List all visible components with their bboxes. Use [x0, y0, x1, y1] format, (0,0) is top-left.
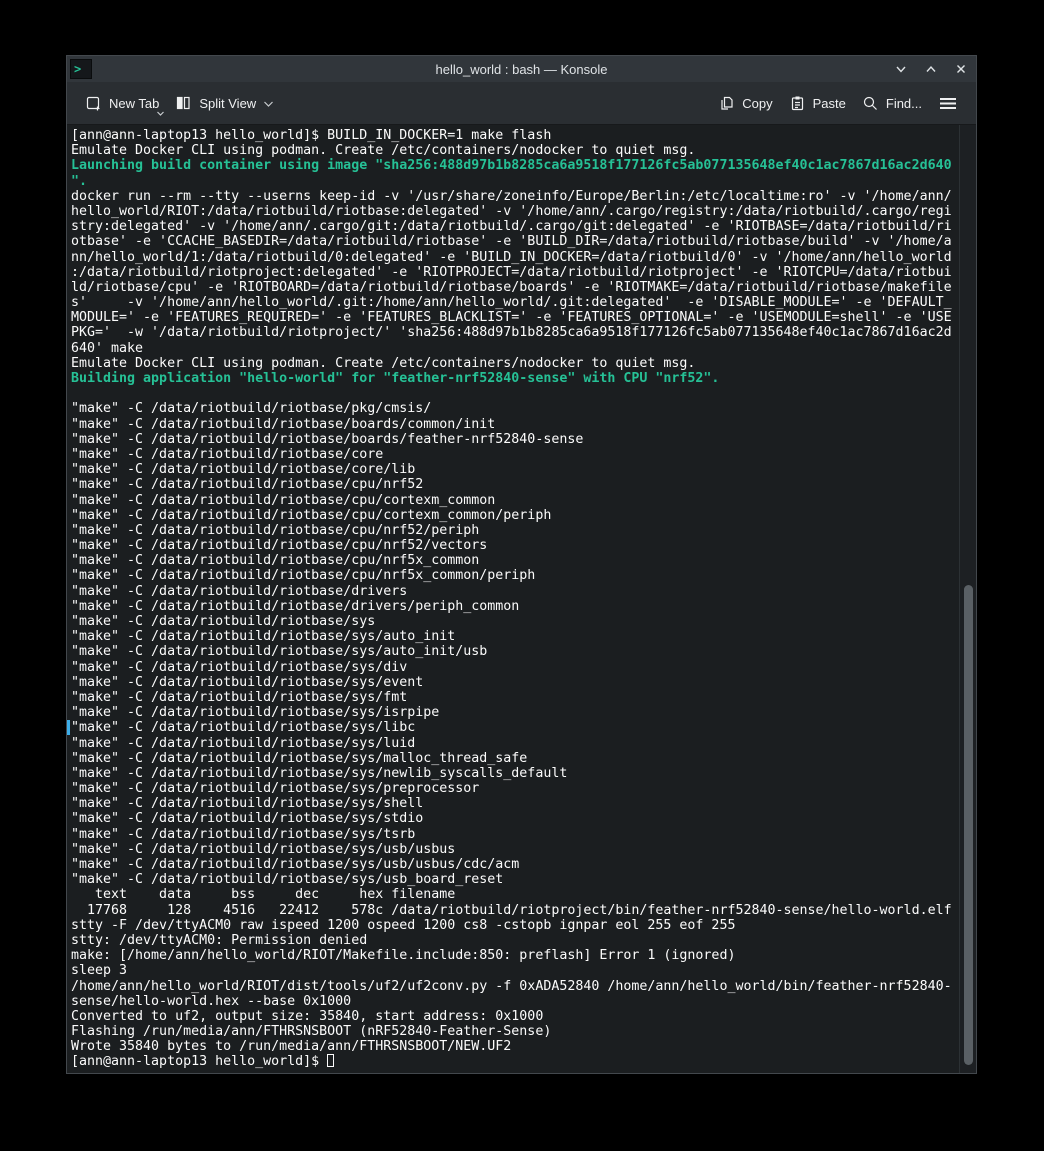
terminal-line: "make" -C /data/riotbuild/riotbase/sys/p… — [71, 781, 959, 796]
new-output-marker — [67, 720, 70, 735]
terminal-line: "make" -C /data/riotbuild/riotbase/sys/u… — [71, 842, 959, 857]
new-tab-label: New Tab — [109, 96, 159, 111]
terminal-line: "make" -C /data/riotbuild/riotbase/drive… — [71, 584, 959, 599]
terminal-line: ld/riotbase/cpu' -e 'RIOTBOARD=/data/rio… — [71, 280, 959, 295]
terminal-line: "make" -C /data/riotbuild/riotbase/sys/d… — [71, 660, 959, 675]
terminal-line — [71, 386, 959, 401]
copy-button[interactable]: Copy — [710, 89, 780, 118]
terminal-line: Building application "hello-world" for "… — [71, 371, 959, 386]
new-tab-button[interactable]: New Tab — [77, 89, 167, 118]
terminal-line: Launching build container using image "s… — [71, 158, 959, 173]
terminal-line: "make" -C /data/riotbuild/riotbase/sys/m… — [71, 751, 959, 766]
terminal-line: sense/hello-world.hex --base 0x1000 — [71, 994, 959, 1009]
terminal-line: stty -F /dev/ttyACM0 raw ispeed 1200 osp… — [71, 918, 959, 933]
terminal-line: "make" -C /data/riotbuild/riotbase/sys/u… — [71, 857, 959, 872]
terminal-lines: [ann@ann-laptop13 hello_world]$ BUILD_IN… — [67, 125, 959, 1073]
toolbar: New Tab Split View Copy — [67, 82, 976, 125]
terminal-line: Emulate Docker CLI using podman. Create … — [71, 356, 959, 371]
terminal-line: sleep 3 — [71, 963, 959, 978]
konsole-app-icon[interactable]: > — [70, 59, 92, 79]
terminal-line: "make" -C /data/riotbuild/riotbase/sys/e… — [71, 675, 959, 690]
terminal-line: "make" -C /data/riotbuild/riotbase/core — [71, 447, 959, 462]
terminal-line: "make" -C /data/riotbuild/riotbase/sys/f… — [71, 690, 959, 705]
split-view-dropdown-arrow[interactable] — [263, 96, 274, 111]
terminal-line: "make" -C /data/riotbuild/riotbase/cpu/n… — [71, 538, 959, 553]
terminal-line: "make" -C /data/riotbuild/riotbase/cpu/n… — [71, 553, 959, 568]
terminal-line: "make" -C /data/riotbuild/riotbase/sys/i… — [71, 705, 959, 720]
terminal-line: "make" -C /data/riotbuild/riotbase/sys/t… — [71, 827, 959, 842]
minimize-button[interactable] — [886, 56, 916, 82]
paste-label: Paste — [813, 96, 846, 111]
terminal-line: "make" -C /data/riotbuild/riotbase/cpu/n… — [71, 568, 959, 583]
terminal-line: "make" -C /data/riotbuild/riotbase/cpu/n… — [71, 477, 959, 492]
terminal-line: MODULE=' -e 'FEATURES_REQUIRED=' -e 'FEA… — [71, 310, 959, 325]
terminal-line: "make" -C /data/riotbuild/riotbase/sys/s… — [71, 796, 959, 811]
split-view-button[interactable]: Split View — [167, 89, 282, 118]
terminal-line: Emulate Docker CLI using podman. Create … — [71, 143, 959, 158]
split-view-label: Split View — [199, 96, 256, 111]
chevron-down-icon — [893, 61, 909, 77]
find-label: Find... — [886, 96, 922, 111]
terminal-line: "make" -C /data/riotbuild/riotbase/drive… — [71, 599, 959, 614]
terminal-line: :/data/riotbuild/riotproject:delegated' … — [71, 265, 959, 280]
terminal-line: docker run --rm --tty --userns keep-id -… — [71, 189, 959, 204]
terminal-line: "make" -C /data/riotbuild/riotbase/sys/n… — [71, 766, 959, 781]
terminal-line: "make" -C /data/riotbuild/riotbase/sys/a… — [71, 629, 959, 644]
terminal-line: s' -v '/home/ann/hello_world/.git:/home/… — [71, 295, 959, 310]
chevron-up-icon — [923, 61, 939, 77]
menu-button[interactable] — [930, 90, 966, 117]
paste-icon — [789, 95, 806, 112]
close-button[interactable] — [946, 56, 976, 82]
terminal-line: make: [/home/ann/hello_world/RIOT/Makefi… — [71, 948, 959, 963]
split-view-icon — [175, 95, 192, 112]
terminal-line: text data bss dec hex filename — [71, 887, 959, 902]
terminal-line: ". — [71, 174, 959, 189]
terminal-line: "make" -C /data/riotbuild/riotbase/board… — [71, 432, 959, 447]
find-button[interactable]: Find... — [854, 89, 930, 118]
terminal-line: [ann@ann-laptop13 hello_world]$ — [71, 1054, 959, 1069]
terminal-line: "make" -C /data/riotbuild/riotbase/sys/a… — [71, 644, 959, 659]
terminal-area[interactable]: [ann@ann-laptop13 hello_world]$ BUILD_IN… — [67, 125, 976, 1073]
terminal-line: stty: /dev/ttyACM0: Permission denied — [71, 933, 959, 948]
konsole-window: > hello_world : bash — Konsole — [66, 55, 977, 1074]
terminal-line: hello_world/RIOT:/data/riotbuild/riotbas… — [71, 204, 959, 219]
terminal-line: PKG=' -w '/data/riotbuild/riotproject/' … — [71, 325, 959, 340]
terminal-line: "make" -C /data/riotbuild/riotbase/cpu/n… — [71, 523, 959, 538]
terminal-cursor — [327, 1054, 334, 1067]
close-icon — [953, 61, 969, 77]
copy-icon — [718, 95, 735, 112]
terminal-line: "make" -C /data/riotbuild/riotbase/board… — [71, 417, 959, 432]
scrollbar-thumb[interactable] — [964, 585, 973, 1065]
terminal-line: /home/ann/hello_world/RIOT/dist/tools/uf… — [71, 979, 959, 994]
new-tab-dropdown-arrow[interactable] — [156, 105, 165, 120]
window-controls — [886, 56, 976, 82]
terminal-line: Flashing /run/media/ann/FTHRSNSBOOT (nRF… — [71, 1024, 959, 1039]
window-title: hello_world : bash — Konsole — [67, 62, 976, 77]
terminal-line: stry:delegated' -v '/home/ann/.cargo/git… — [71, 219, 959, 234]
terminal-line: otbase' -e 'CCACHE_BASEDIR=/data/riotbui… — [71, 234, 959, 249]
scrollbar-track[interactable] — [959, 125, 976, 1073]
terminal-line: 17768 128 4516 22412 578c /data/riotbuil… — [71, 903, 959, 918]
hamburger-icon — [938, 96, 958, 111]
terminal-line: nn/hello_world/1:/data/riotbuild/0:deleg… — [71, 250, 959, 265]
terminal-line: "make" -C /data/riotbuild/riotbase/cpu/c… — [71, 493, 959, 508]
terminal-line: "make" -C /data/riotbuild/riotbase/core/… — [71, 462, 959, 477]
paste-button[interactable]: Paste — [781, 89, 854, 118]
terminal-line: "make" -C /data/riotbuild/riotbase/sys — [71, 614, 959, 629]
copy-label: Copy — [742, 96, 772, 111]
terminal-line: Wrote 35840 bytes to /run/media/ann/FTHR… — [71, 1039, 959, 1054]
terminal-line: [ann@ann-laptop13 hello_world]$ BUILD_IN… — [71, 128, 959, 143]
titlebar[interactable]: > hello_world : bash — Konsole — [67, 56, 976, 82]
terminal-line: "make" -C /data/riotbuild/riotbase/sys/u… — [71, 872, 959, 887]
terminal-line: 640' make — [71, 341, 959, 356]
terminal-line: "make" -C /data/riotbuild/riotbase/pkg/c… — [71, 401, 959, 416]
new-tab-icon — [85, 95, 102, 112]
terminal-line: "make" -C /data/riotbuild/riotbase/sys/l… — [71, 720, 959, 735]
search-icon — [862, 95, 879, 112]
terminal-line: "make" -C /data/riotbuild/riotbase/sys/s… — [71, 811, 959, 826]
maximize-button[interactable] — [916, 56, 946, 82]
terminal-line: "make" -C /data/riotbuild/riotbase/cpu/c… — [71, 508, 959, 523]
terminal-line: "make" -C /data/riotbuild/riotbase/sys/l… — [71, 736, 959, 751]
terminal-line: Converted to uf2, output size: 35840, st… — [71, 1009, 959, 1024]
